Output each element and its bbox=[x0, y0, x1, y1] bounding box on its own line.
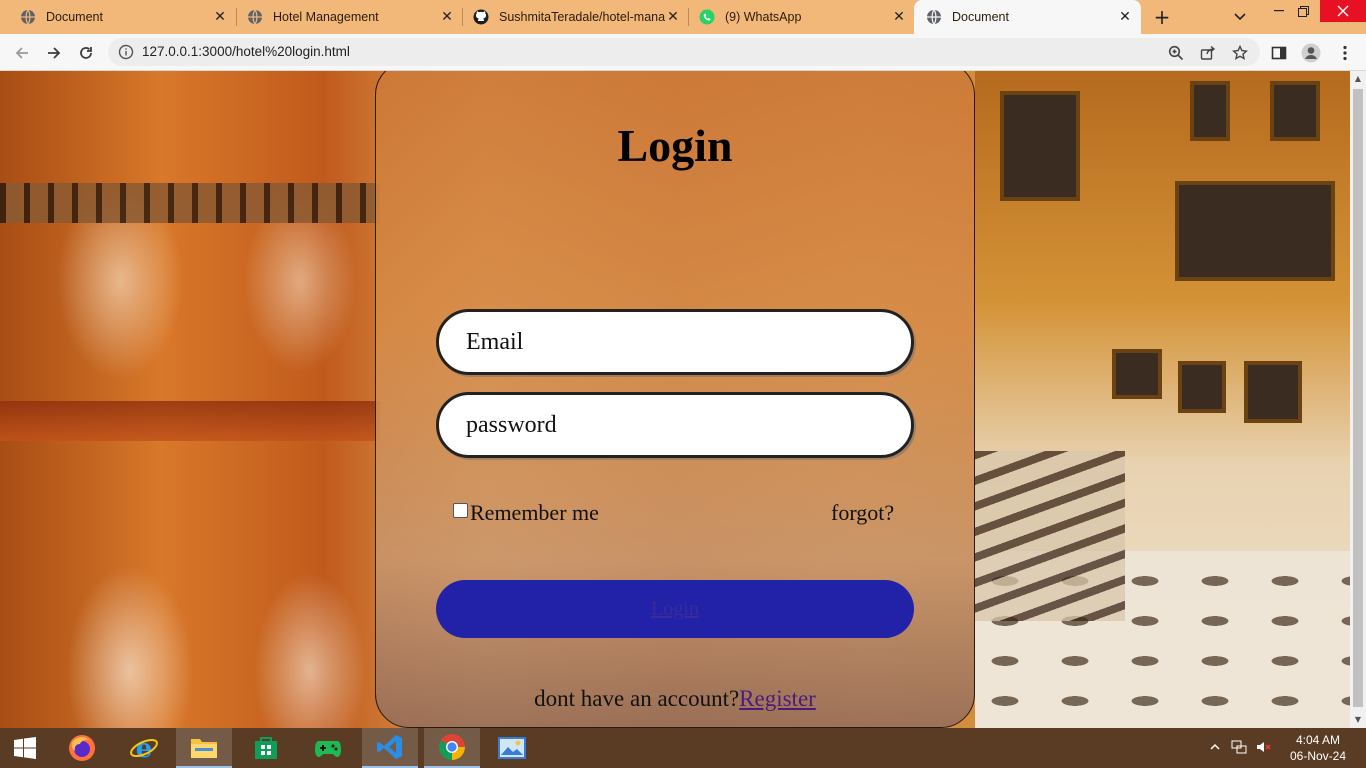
kebab-menu-icon[interactable] bbox=[1334, 42, 1356, 64]
background-painting bbox=[1000, 91, 1080, 201]
new-tab-button[interactable]: + bbox=[1150, 5, 1174, 29]
remember-checkbox[interactable] bbox=[453, 502, 468, 518]
profile-avatar-icon[interactable] bbox=[1300, 42, 1322, 64]
tab-label: (9) WhatsApp bbox=[725, 10, 802, 24]
windows-taskbar: e 4:04 AM 06-Nov-24 bbox=[0, 728, 1366, 768]
tab-document-1[interactable]: Document ✕ bbox=[0, 0, 236, 34]
scroll-down-arrow-icon[interactable]: ▼ bbox=[1353, 715, 1363, 725]
page-scrollbar[interactable]: ▲ ▼ bbox=[1350, 71, 1366, 728]
password-field[interactable] bbox=[466, 395, 886, 455]
internet-explorer-icon[interactable]: e bbox=[116, 728, 172, 768]
login-title: Login bbox=[617, 120, 733, 171]
clock-date: 06-Nov-24 bbox=[1289, 749, 1347, 763]
background-staircase bbox=[975, 451, 1125, 621]
taskbar-clock[interactable]: 4:04 AM 06-Nov-24 bbox=[1280, 732, 1356, 764]
account-prompt-text: dont have an account? bbox=[534, 686, 740, 711]
tab-label: Document bbox=[952, 10, 1009, 24]
vscode-icon[interactable] bbox=[362, 728, 418, 768]
login-button[interactable]: Login bbox=[436, 580, 914, 638]
background-painting bbox=[1270, 81, 1320, 141]
email-field[interactable] bbox=[466, 312, 886, 372]
microsoft-store-icon[interactable] bbox=[238, 728, 294, 768]
background-floor-band bbox=[0, 401, 380, 441]
file-explorer-icon[interactable] bbox=[176, 728, 232, 768]
background-painting bbox=[1178, 361, 1226, 413]
tab-label: SushmitaTeradale/hotel-mana bbox=[499, 10, 665, 24]
scroll-up-arrow-icon[interactable]: ▲ bbox=[1353, 74, 1363, 84]
tab-github[interactable]: SushmitaTeradale/hotel-mana ✕ bbox=[453, 0, 689, 34]
tab-document-active[interactable]: Document ✕ bbox=[914, 0, 1141, 34]
register-link[interactable]: Register bbox=[739, 686, 816, 711]
scrollbar-thumb[interactable] bbox=[1353, 89, 1363, 707]
xbox-game-bar-icon[interactable] bbox=[300, 728, 356, 768]
globe-icon bbox=[247, 9, 263, 25]
background-painting bbox=[1190, 81, 1230, 141]
login-card: Login Remember me forgot? Login dont hav… bbox=[375, 71, 975, 728]
clock-time: 4:04 AM bbox=[1295, 733, 1341, 747]
globe-icon bbox=[20, 9, 36, 25]
forgot-password-link[interactable]: forgot? bbox=[831, 500, 894, 526]
tab-label: Hotel Management bbox=[273, 10, 379, 24]
side-panel-icon[interactable] bbox=[1268, 42, 1290, 64]
close-icon[interactable]: ✕ bbox=[1117, 9, 1133, 25]
address-bar[interactable]: 127.0.0.1:3000/hotel%20login.html bbox=[108, 38, 1260, 66]
background-balcony bbox=[0, 183, 380, 223]
tab-label: Document bbox=[46, 10, 103, 24]
github-icon bbox=[473, 9, 489, 25]
back-arrow-icon[interactable] bbox=[9, 40, 35, 66]
windows-start-icon[interactable] bbox=[0, 728, 50, 768]
tab-whatsapp[interactable]: (9) WhatsApp ✕ bbox=[679, 0, 915, 34]
remember-label[interactable]: Remember me bbox=[470, 500, 599, 526]
svg-text:e: e bbox=[136, 734, 153, 763]
window-close-button[interactable] bbox=[1320, 0, 1366, 22]
login-button-label[interactable]: Login bbox=[651, 598, 699, 621]
close-icon[interactable]: ✕ bbox=[212, 9, 228, 25]
tab-strip: Document ✕ Hotel Management ✕ SushmitaTe… bbox=[0, 0, 1366, 34]
info-icon[interactable] bbox=[118, 44, 134, 60]
remember-me: Remember me bbox=[453, 500, 599, 526]
zoom-icon[interactable] bbox=[1166, 43, 1186, 63]
register-prompt: dont have an account?Register bbox=[376, 686, 974, 712]
close-icon[interactable]: ✕ bbox=[891, 9, 907, 25]
password-field-container bbox=[436, 392, 914, 458]
tab-search-chevron-icon[interactable] bbox=[1230, 7, 1250, 27]
bookmark-star-icon[interactable] bbox=[1230, 43, 1250, 63]
background-painting bbox=[1244, 361, 1302, 423]
whatsapp-icon bbox=[699, 9, 715, 25]
background-painting bbox=[1175, 181, 1335, 281]
volume-muted-icon[interactable] bbox=[1254, 738, 1272, 756]
chrome-icon[interactable] bbox=[424, 728, 480, 768]
reload-icon[interactable] bbox=[73, 40, 99, 66]
address-url: 127.0.0.1:3000/hotel%20login.html bbox=[142, 44, 350, 59]
background-painting bbox=[1112, 349, 1162, 399]
browser-toolbar: 127.0.0.1:3000/hotel%20login.html bbox=[0, 34, 1366, 71]
globe-icon bbox=[926, 9, 942, 25]
tab-hotel-management[interactable]: Hotel Management ✕ bbox=[227, 0, 463, 34]
photos-app-icon[interactable] bbox=[484, 728, 540, 768]
tray-chevron-up-icon[interactable] bbox=[1206, 738, 1224, 756]
firefox-icon[interactable] bbox=[54, 728, 110, 768]
share-icon[interactable] bbox=[1198, 43, 1218, 63]
page-viewport: Login Remember me forgot? Login dont hav… bbox=[0, 71, 1350, 728]
email-field-container bbox=[436, 309, 914, 375]
network-icon[interactable] bbox=[1230, 738, 1248, 756]
forward-arrow-icon[interactable] bbox=[41, 40, 67, 66]
